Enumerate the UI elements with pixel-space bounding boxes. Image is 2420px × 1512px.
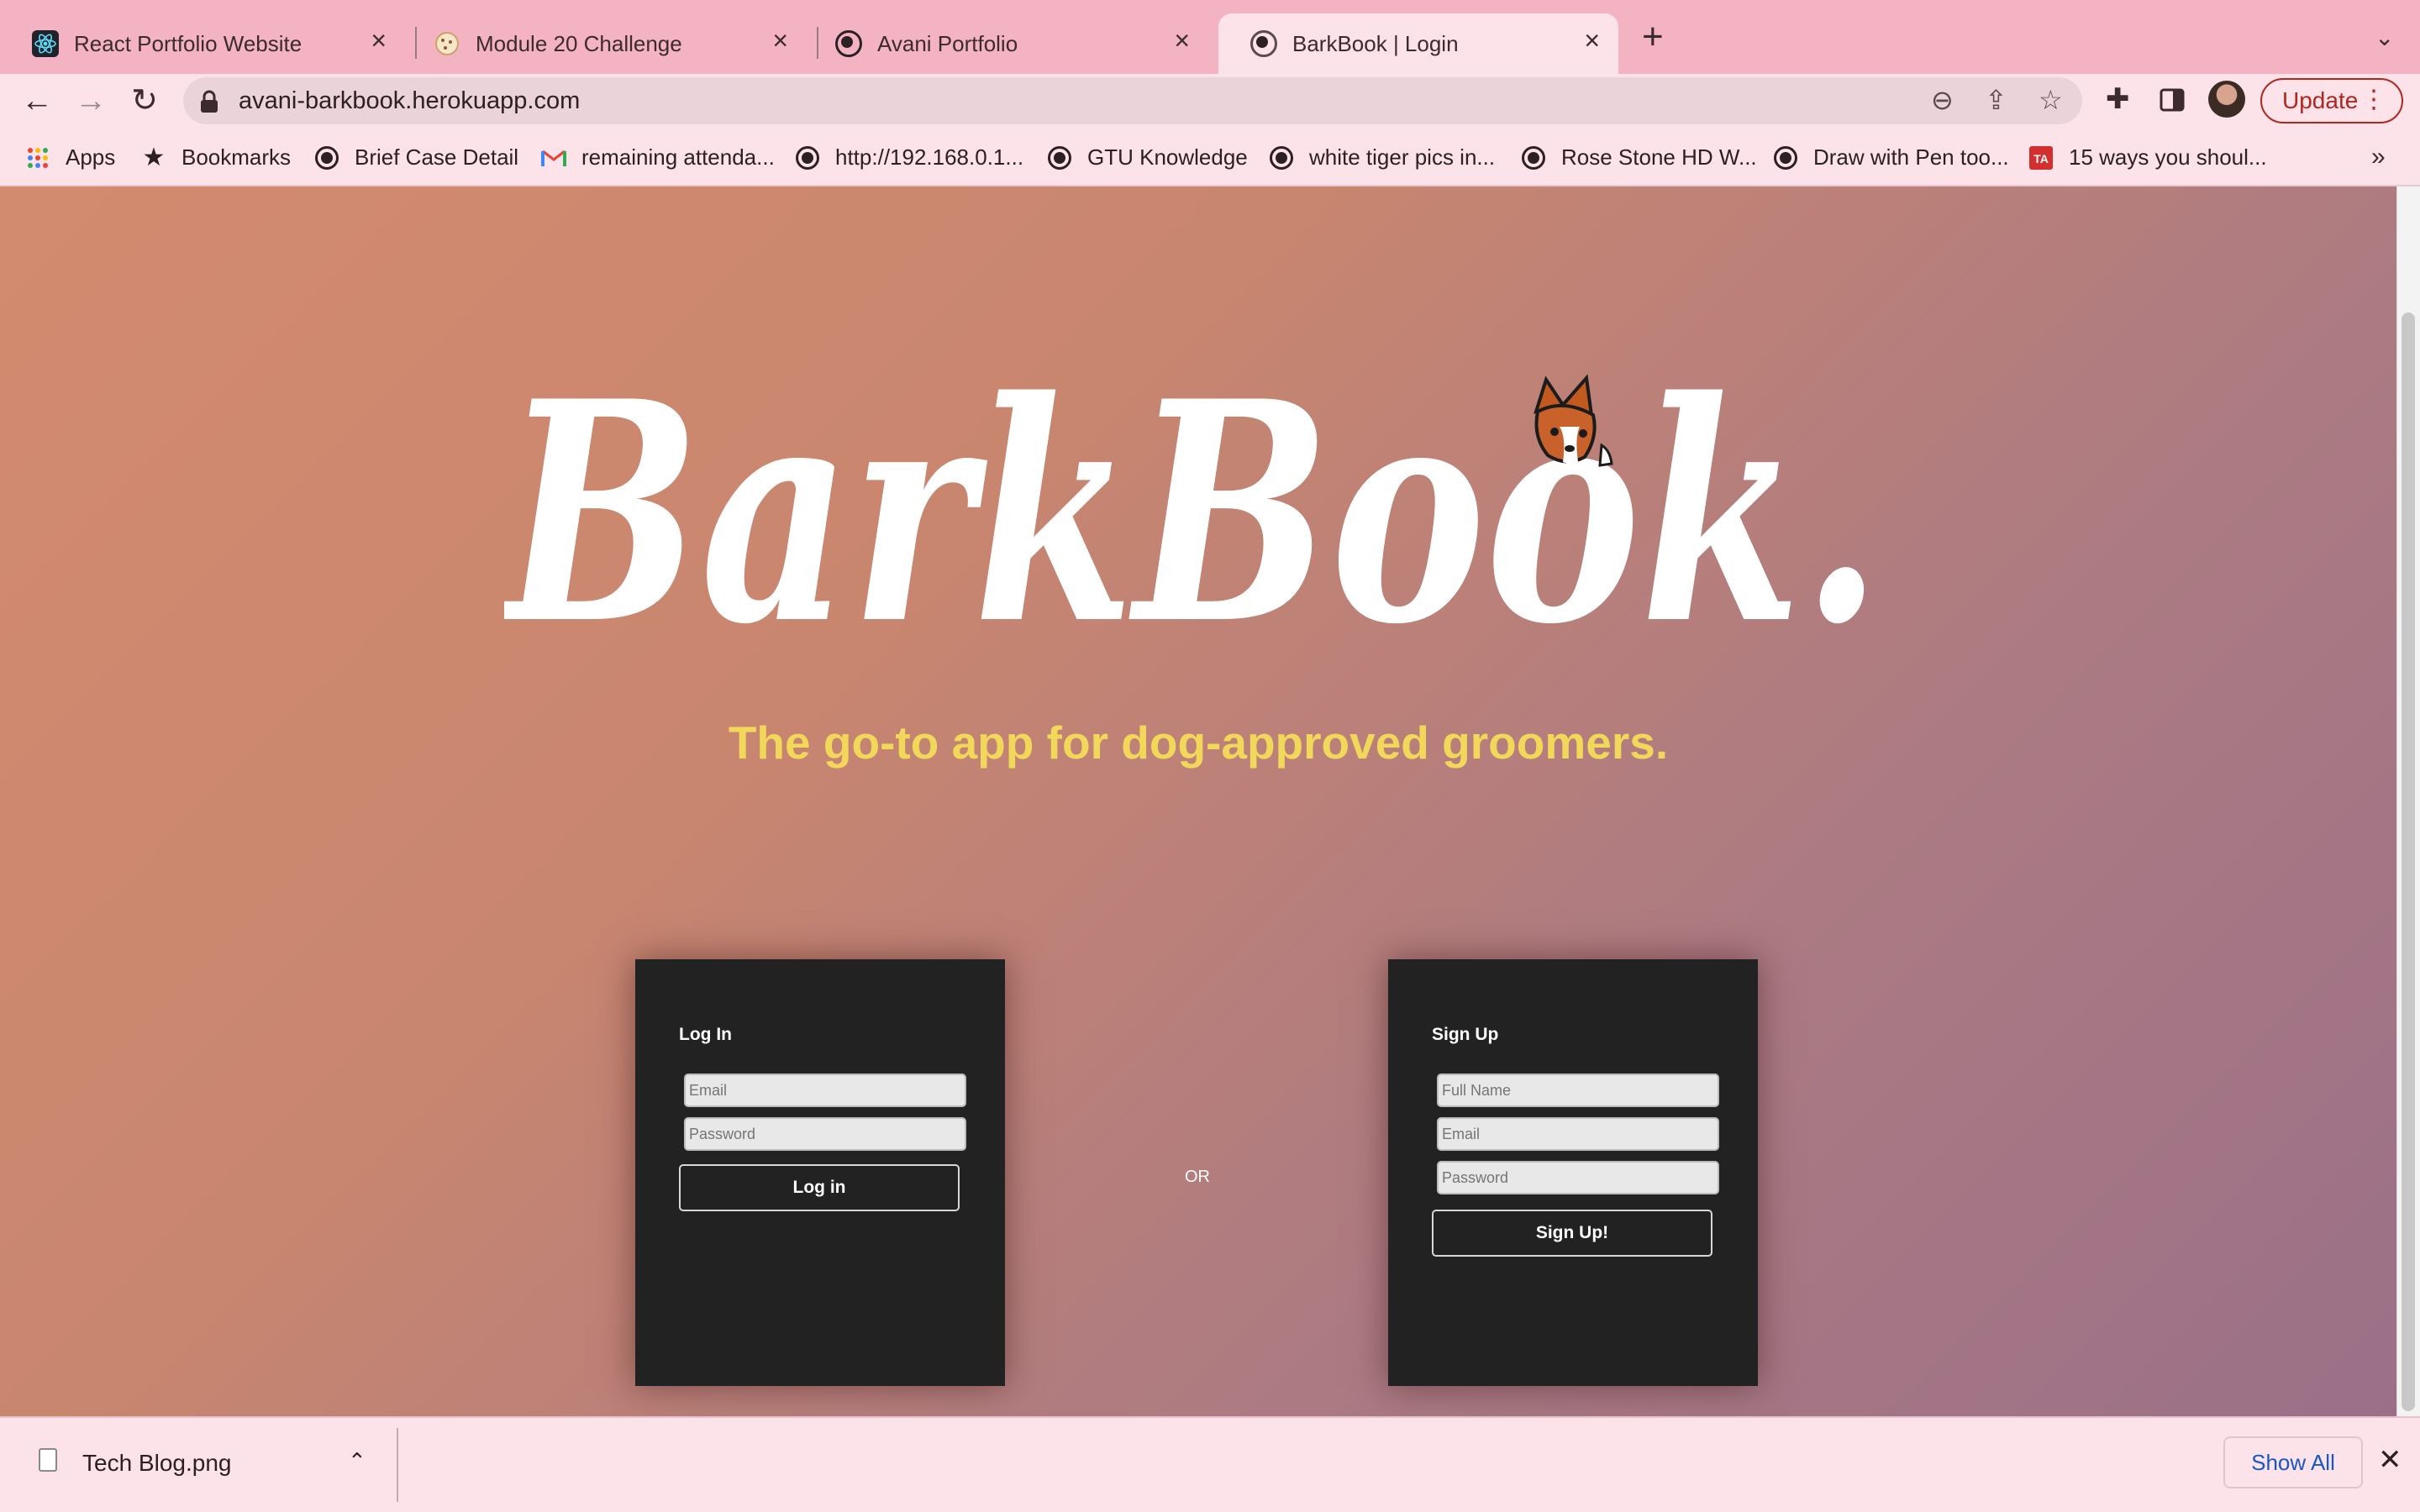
url-text[interactable]: avani-barkbook.herokuapp.com (239, 87, 580, 115)
login-password-input[interactable] (684, 1117, 966, 1151)
bookmark-label: http://192.168.0.1... (835, 144, 1024, 170)
globe-icon (796, 145, 819, 170)
close-icon[interactable]: × (371, 25, 387, 56)
bookmark-label: Draw with Pen too... (1813, 144, 2009, 170)
globe-icon (835, 30, 862, 57)
bookmark-gtu-knowledge[interactable]: GTU Knowledge (1047, 144, 1248, 171)
bookmark-label: Apps (66, 144, 116, 170)
close-icon[interactable]: × (1174, 25, 1190, 56)
kebab-menu-icon: ⋮ (2361, 86, 2386, 113)
close-icon[interactable]: × (772, 25, 788, 56)
zoom-icon[interactable]: ⊖ (1931, 84, 1954, 116)
tab-title: Avani Portfolio (877, 31, 1018, 56)
extensions-puzzle-icon[interactable]: ✚ (2106, 82, 2130, 116)
signup-fullname-input[interactable] (1437, 1074, 1719, 1107)
profile-avatar[interactable] (2208, 81, 2245, 118)
bookmark-remaining-attendance[interactable]: remaining attenda... (541, 144, 775, 171)
bookmark-label: GTU Knowledge (1087, 144, 1248, 170)
or-divider-text: OR (1185, 1168, 1210, 1186)
bookmark-bookmarks[interactable]: ★ Bookmarks (141, 144, 292, 171)
login-card: Log In Log in (635, 959, 1005, 1386)
login-heading: Log In (679, 1025, 732, 1044)
bookmark-label: remaining attenda... (581, 144, 775, 170)
bookmark-label: Bookmarks (182, 144, 292, 170)
signup-password-input[interactable] (1437, 1161, 1719, 1194)
bookmark-label: 15 ways you shoul... (2069, 144, 2267, 170)
update-label: Update (2282, 87, 2359, 113)
side-panel-icon[interactable] (2160, 87, 2185, 113)
update-button[interactable]: Update ⋮ (2260, 78, 2403, 123)
apps-grid-icon (28, 147, 48, 168)
forward-arrow-icon[interactable]: → (69, 79, 113, 123)
lock-icon (201, 90, 218, 113)
login-button[interactable]: Log in (679, 1164, 960, 1211)
signup-email-input[interactable] (1437, 1117, 1719, 1151)
globe-icon (1250, 30, 1277, 57)
bookmark-draw-with-pen[interactable]: Draw with Pen too... (1773, 144, 2009, 171)
signup-heading: Sign Up (1432, 1025, 1499, 1044)
new-tab-button[interactable]: + (1642, 18, 1664, 55)
tab-react-portfolio[interactable]: React Portfolio Website × (0, 13, 405, 74)
signup-card: Sign Up Sign Up! (1388, 959, 1758, 1386)
logo-text: BarkBook. (504, 338, 1882, 665)
close-icon[interactable]: ✕ (2378, 1443, 2402, 1477)
chevron-up-icon[interactable]: ⌃ (348, 1448, 366, 1474)
image-file-icon (39, 1448, 57, 1472)
globe-icon (1048, 145, 1071, 170)
gmail-icon (541, 150, 566, 166)
tab-barkbook-login[interactable]: BarkBook | Login × (1218, 13, 1618, 74)
tab-avani-portfolio[interactable]: Avani Portfolio × (803, 13, 1208, 74)
close-icon[interactable]: × (1584, 25, 1600, 56)
star-icon[interactable]: ☆ (2039, 84, 2063, 116)
cookie-icon (435, 32, 459, 55)
tab-title: BarkBook | Login (1292, 31, 1459, 56)
chevron-down-icon[interactable]: ⌄ (2375, 24, 2394, 51)
tab-title: Module 20 Challenge (476, 31, 682, 56)
globe-icon (1774, 145, 1797, 170)
download-separator (397, 1428, 398, 1502)
bookmark-15-ways[interactable]: TA 15 ways you shoul... (2028, 144, 2267, 171)
download-file-name[interactable]: Tech Blog.png (82, 1450, 231, 1477)
bookmark-apps[interactable]: Apps (25, 144, 115, 171)
react-icon (32, 30, 59, 57)
back-arrow-icon[interactable]: ← (15, 79, 59, 123)
tab-title: React Portfolio Website (74, 31, 302, 56)
globe-icon (1270, 145, 1293, 170)
barkbook-logo: BarkBook. (504, 338, 1882, 665)
globe-icon (1522, 145, 1545, 170)
reload-icon[interactable]: ↻ (123, 79, 166, 123)
page-viewport: BarkBook. The go-to app for dog-approved… (0, 186, 2396, 1416)
scrollbar-thumb[interactable] (2402, 312, 2415, 1411)
bookmark-rose-stone[interactable]: Rose Stone HD W... (1521, 144, 1757, 171)
bookmark-label: white tiger pics in... (1309, 144, 1496, 170)
show-all-button[interactable]: Show All (2223, 1436, 2363, 1488)
ta-icon: TA (2029, 145, 2053, 170)
bookmark-label: Rose Stone HD W... (1561, 144, 1757, 170)
tagline: The go-to app for dog-approved groomers. (728, 717, 1669, 769)
bookmark-ip-address[interactable]: http://192.168.0.1... (795, 144, 1023, 171)
bookmarks-overflow-icon[interactable]: » (2371, 143, 2386, 171)
globe-icon (315, 145, 339, 170)
tab-module-20[interactable]: Module 20 Challenge × (402, 13, 807, 74)
star-icon: ★ (142, 144, 166, 171)
bookmark-label: Brief Case Detail (355, 144, 519, 170)
bookmark-brief-case[interactable]: Brief Case Detail (314, 144, 518, 171)
bookmark-white-tiger[interactable]: white tiger pics in... (1269, 144, 1495, 171)
signup-button[interactable]: Sign Up! (1432, 1210, 1712, 1257)
login-email-input[interactable] (684, 1074, 966, 1107)
svg-text:TA: TA (2033, 152, 2049, 165)
share-icon[interactable]: ⇪ (1985, 84, 2007, 116)
